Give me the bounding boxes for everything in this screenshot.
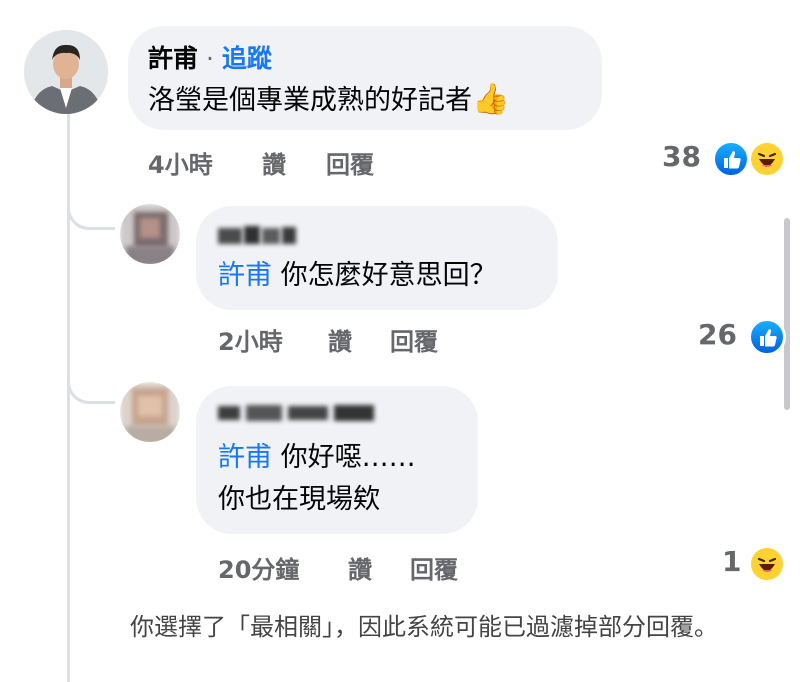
author-name-pixelated[interactable] (218, 224, 298, 246)
author-name-pixelated[interactable] (218, 402, 378, 424)
haha-reaction-icon (748, 140, 786, 178)
follow-link[interactable]: 追蹤 (222, 44, 272, 73)
reply-connector (67, 186, 115, 230)
comment-text: 洛瑩是個專業成熟的好記者👍 (148, 82, 509, 119)
reply-button[interactable]: 回覆 (326, 145, 374, 180)
comment-text-body: 你怎麼好意思回？ (272, 260, 497, 291)
comment-text-line2: 你也在現場欸 (218, 484, 380, 515)
thumbs-up-emoji: 👍 (472, 82, 510, 117)
like-button[interactable]: 讚 (262, 145, 286, 180)
filter-notice: 你選擇了「最相關」，因此系統可能已過濾掉部分回覆。 (130, 613, 718, 641)
separator: · (198, 44, 222, 73)
reaction-count[interactable]: 38 (662, 140, 701, 173)
avatar[interactable] (24, 30, 108, 114)
timestamp[interactable]: 20分鐘 (218, 550, 299, 585)
person-photo-icon (24, 30, 108, 114)
like-button[interactable]: 讚 (328, 322, 352, 357)
comment-author[interactable]: 許甫 · 追蹤 (148, 44, 272, 74)
reaction-count[interactable]: 1 (722, 545, 741, 578)
like-reaction-icon (712, 140, 750, 178)
reply-connector (67, 360, 115, 404)
comment-text-body: 你好噁…… (272, 442, 416, 473)
scrollbar[interactable] (784, 218, 790, 410)
haha-reaction-icon (748, 545, 786, 583)
avatar-pixelated[interactable] (120, 382, 180, 442)
comment-text: 許甫 你好噁…… (218, 440, 416, 476)
author-name[interactable]: 許甫 (148, 44, 198, 73)
avatar-pixelated[interactable] (120, 204, 180, 264)
timestamp[interactable]: 2小時 (218, 322, 283, 357)
like-reaction-icon (748, 318, 786, 356)
comment-text: 許甫 你怎麼好意思回？ (218, 258, 497, 294)
comment-text-body: 洛瑩是個專業成熟的好記者 (148, 85, 472, 116)
mention-tag[interactable]: 許甫 (218, 260, 272, 291)
reply-button[interactable]: 回覆 (410, 550, 458, 585)
like-button[interactable]: 讚 (348, 550, 372, 585)
timestamp[interactable]: 4小時 (148, 145, 213, 180)
mention-tag[interactable]: 許甫 (218, 442, 272, 473)
reply-button[interactable]: 回覆 (390, 322, 438, 357)
reaction-count[interactable]: 26 (698, 318, 737, 351)
